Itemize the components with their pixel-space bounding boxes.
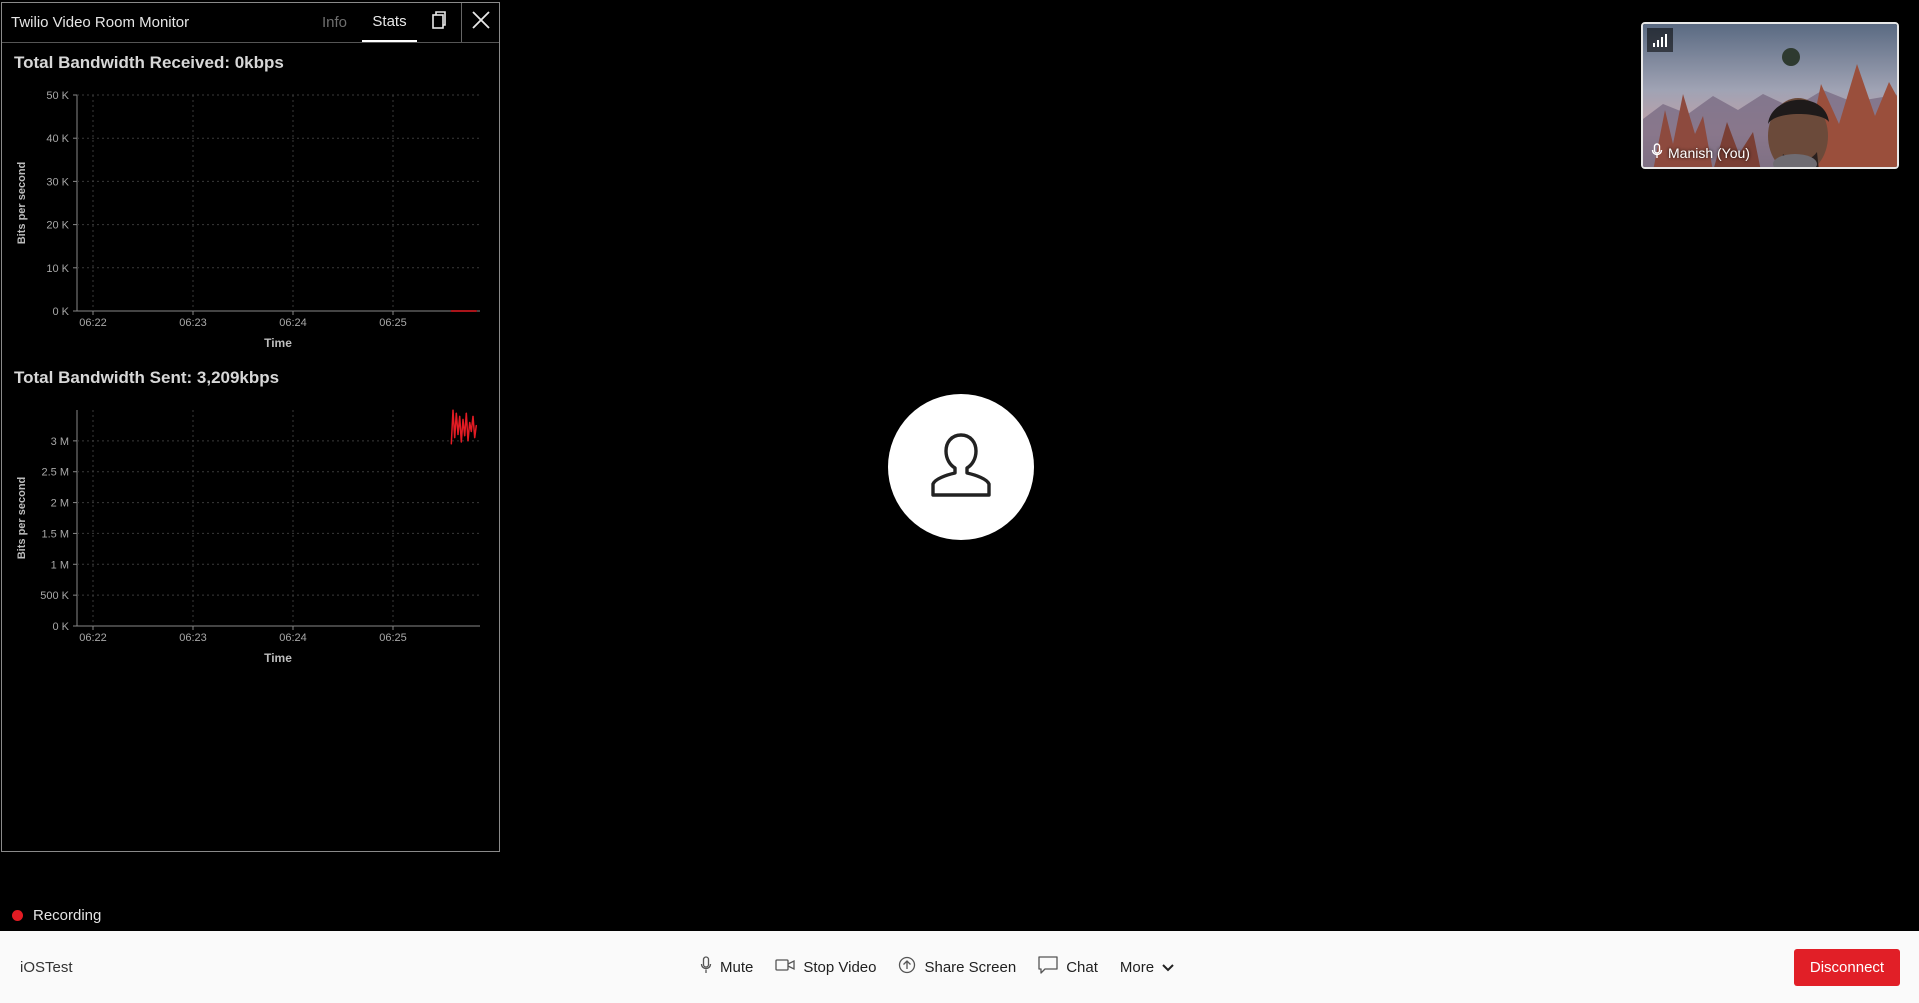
sent-data-point (470, 431, 472, 433)
sent-data-point (474, 437, 476, 439)
chat-button[interactable]: Chat (1038, 956, 1098, 978)
sent-y-tick-label: 2 M (51, 498, 69, 510)
sent-data-point (465, 412, 467, 414)
received-y-axis-label: Bits per second (16, 162, 28, 245)
microphone-icon (1651, 143, 1663, 162)
share-screen-label: Share Screen (924, 958, 1017, 976)
sent-y-tick-label: 1 M (51, 559, 69, 571)
bottom-control-bar: iOSTest Mute Stop Video Share Screen Cha… (0, 931, 1919, 1003)
sent-chart-title: Total Bandwidth Sent: 3,209kbps (14, 368, 280, 387)
mute-label: Mute (720, 958, 754, 976)
video-stage: Twilio Video Room Monitor Info Stats Tot… (0, 0, 1919, 1003)
chat-label: Chat (1066, 958, 1098, 976)
local-participant-name: Manish (You) (1668, 144, 1750, 161)
sent-x-tick-label: 06:24 (279, 632, 307, 644)
received-data-point (475, 310, 477, 312)
sent-data-point (460, 441, 462, 443)
participant-avatar (888, 394, 1034, 540)
received-y-tick-label: 50 K (46, 90, 69, 102)
sent-data-point (464, 435, 466, 437)
received-y-tick-label: 20 K (46, 220, 69, 232)
copy-button[interactable] (417, 3, 461, 42)
sent-x-tick-label: 06:22 (79, 632, 107, 644)
chevron-down-icon (1162, 959, 1174, 976)
sent-data-point (469, 421, 471, 423)
local-video-tile: Manish (You) (1641, 22, 1899, 169)
sent-data-point (467, 440, 469, 442)
received-x-axis-label: Time (264, 336, 292, 350)
close-button[interactable] (461, 3, 499, 42)
monitor-header: Twilio Video Room Monitor Info Stats (2, 3, 499, 43)
chat-icon (1038, 956, 1058, 978)
recording-label: Recording (33, 907, 102, 924)
disconnect-button[interactable]: Disconnect (1794, 949, 1900, 986)
sent-y-axis-label: Bits per second (16, 477, 28, 560)
sent-data-point (457, 434, 459, 436)
user-icon (929, 432, 993, 503)
stop-video-button[interactable]: Stop Video (775, 958, 876, 976)
copy-icon (432, 11, 446, 34)
received-x-tick-label: 06:25 (379, 317, 407, 329)
sent-y-tick-label: 0 K (52, 621, 69, 633)
sent-x-tick-label: 06:23 (179, 632, 207, 644)
more-button[interactable]: More (1120, 959, 1174, 976)
recording-dot-icon (12, 910, 23, 921)
share-screen-icon (898, 956, 916, 978)
microphone-icon (700, 956, 712, 978)
received-y-tick-label: 0 K (52, 306, 69, 318)
received-bandwidth-chart: 0 K 10 K 20 K 30 K 40 K 50 K 06:22 06:23 06:24 06… (16, 90, 480, 350)
received-x-tick-label: 06:24 (279, 317, 307, 329)
sent-x-axis-label: Time (264, 651, 292, 665)
received-y-tick-label: 40 K (46, 133, 69, 145)
media-controls: Mute Stop Video Share Screen Chat More (700, 931, 1196, 1003)
sent-data-point (459, 415, 461, 417)
sent-y-tick-label: 1.5 M (41, 528, 69, 540)
mute-button[interactable]: Mute (700, 956, 753, 978)
sent-y-tick-label: 500 K (40, 590, 69, 602)
room-monitor-panel: Twilio Video Room Monitor Info Stats Tot… (1, 2, 500, 852)
signal-bars-icon (1647, 28, 1673, 52)
stop-video-label: Stop Video (803, 958, 877, 976)
sent-data-point (475, 424, 477, 427)
received-x-tick-label: 06:23 (179, 317, 207, 329)
sent-data-point (454, 437, 456, 439)
sent-bandwidth-chart: 0 K 500 K 1 M 1.5 M 2 M 2.5 M 3 M 06:22 06:23 06:… (16, 409, 480, 665)
sent-y-tick-label: 2.5 M (41, 467, 69, 479)
received-data-point (450, 310, 452, 312)
recording-indicator: Recording (12, 907, 101, 924)
more-label: More (1119, 958, 1155, 976)
tab-stats[interactable]: Stats (362, 3, 417, 42)
room-name: iOSTest (20, 958, 73, 976)
sent-data-point (452, 409, 454, 411)
sent-series-line (450, 409, 478, 444)
monitor-title: Twilio Video Room Monitor (11, 14, 190, 31)
received-chart-title: Total Bandwidth Received: 0kbps (14, 53, 284, 72)
local-participant-label: Manish (You) (1651, 143, 1750, 162)
sent-data-point (450, 443, 452, 445)
sent-data-point (462, 418, 464, 420)
sent-y-tick-label: 3 M (51, 436, 69, 448)
close-icon (471, 11, 490, 34)
sent-data-point (472, 415, 474, 417)
video-camera-icon (775, 958, 796, 976)
share-screen-button[interactable]: Share Screen (898, 956, 1016, 978)
received-x-tick-label: 06:22 (79, 317, 107, 329)
sent-x-tick-label: 06:25 (379, 632, 407, 644)
received-y-tick-label: 10 K (46, 263, 69, 275)
sent-data-point (455, 412, 457, 414)
received-y-tick-label: 30 K (46, 176, 69, 188)
tab-info[interactable]: Info (307, 3, 362, 42)
